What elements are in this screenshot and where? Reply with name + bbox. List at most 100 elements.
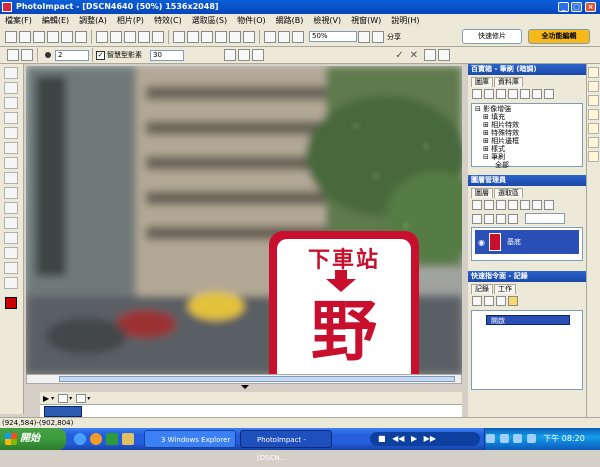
tray-ime-icon[interactable]	[513, 434, 523, 443]
color-swatches[interactable]	[3, 295, 22, 323]
toggle-extra-icon[interactable]	[588, 151, 599, 162]
layer-item[interactable]: ◉ 基底	[475, 230, 579, 254]
menu-photo[interactable]: 相片(P)	[112, 14, 149, 27]
play-icon[interactable]: ▶	[43, 394, 49, 403]
menu-window[interactable]: 視窗(W)	[346, 14, 386, 27]
tray-security-icon[interactable]	[526, 434, 536, 443]
layer-tool-4-icon[interactable]	[508, 200, 518, 210]
options-icon[interactable]	[424, 49, 436, 61]
tab-gallery[interactable]: 圖庫	[471, 77, 493, 87]
menu-view[interactable]: 檢視(V)	[308, 14, 346, 27]
undo-icon[interactable]	[138, 30, 150, 43]
layer-tool-7-icon[interactable]	[544, 200, 554, 210]
toggle-web-icon[interactable]	[588, 137, 599, 148]
quicklaunch-firefox-icon[interactable]	[90, 433, 102, 445]
image-canvas[interactable]: 下車站 野	[26, 66, 462, 374]
minimize-button[interactable]: _	[558, 2, 569, 12]
print-icon[interactable]	[61, 30, 73, 43]
record-brush-icon[interactable]	[508, 296, 518, 306]
toggle-command-icon[interactable]	[588, 95, 599, 106]
text-tool-icon[interactable]	[4, 127, 18, 139]
menu-object[interactable]: 物件(O)	[232, 14, 271, 27]
canvas-scrollbar[interactable]	[26, 374, 462, 384]
zoom-out-icon[interactable]	[278, 30, 290, 43]
tab-selection[interactable]: 選取區	[494, 188, 523, 198]
filmstrip-thumbnail[interactable]	[44, 406, 82, 417]
record-undo-icon[interactable]	[484, 296, 494, 306]
maximize-button[interactable]: □	[571, 2, 582, 12]
palette-tool-3-icon[interactable]	[496, 89, 506, 99]
selection-tool-icon[interactable]	[4, 82, 18, 94]
taskbar-item-photoimpact[interactable]: PhotoImpact - [DSCN...	[240, 430, 332, 462]
tray-volume-icon[interactable]	[499, 434, 509, 443]
palette-tool-2-icon[interactable]	[484, 89, 494, 99]
layer-link-icon[interactable]	[484, 213, 494, 224]
toggle-palette-icon[interactable]	[588, 67, 599, 78]
menu-selection[interactable]: 選取區(S)	[187, 14, 232, 27]
smart-checkbox[interactable]: ✓	[96, 50, 105, 60]
zoom-tool-icon[interactable]	[4, 247, 18, 259]
start-button[interactable]: 開始	[0, 428, 66, 450]
layer-merge-icon[interactable]	[496, 213, 506, 224]
eye-tool-icon[interactable]	[4, 172, 18, 184]
tray-network-icon[interactable]	[486, 434, 495, 443]
visibility-eye-icon[interactable]: ◉	[478, 238, 485, 247]
copy-icon[interactable]	[110, 30, 122, 43]
quicklaunch-folder-icon[interactable]	[122, 433, 134, 445]
layer-tool-2-icon[interactable]	[484, 200, 494, 210]
menu-web[interactable]: 網路(B)	[271, 14, 309, 27]
paste-icon[interactable]	[124, 30, 136, 43]
crop-icon[interactable]	[173, 30, 185, 43]
tree-item[interactable]: ⊞ 相片邊框	[475, 137, 579, 145]
layer-delete-icon[interactable]	[508, 213, 518, 224]
lasso-tool-icon[interactable]	[4, 97, 18, 109]
toggle-layers-icon[interactable]	[588, 81, 599, 92]
tab-layers[interactable]: 圖層	[471, 188, 493, 198]
tree-item[interactable]: ⊞ 特殊特效	[475, 129, 579, 137]
tab-record[interactable]: 記錄	[471, 284, 493, 294]
tree-item[interactable]: ⊞ 樣式	[475, 145, 579, 153]
color-icon[interactable]	[243, 30, 255, 43]
layer-tool-5-icon[interactable]	[520, 200, 530, 210]
menu-effect[interactable]: 特效(C)	[149, 14, 187, 27]
browse-dropdown-icon[interactable]: ▾	[69, 395, 72, 402]
browse-icon[interactable]	[58, 393, 69, 403]
zoom-in-icon[interactable]	[264, 30, 276, 43]
quicklaunch-app-icon[interactable]	[106, 433, 118, 445]
layer-tool-6-icon[interactable]	[532, 200, 542, 210]
value-input[interactable]: 30	[150, 49, 184, 61]
tree-item[interactable]: ⊞ 相片特效	[475, 121, 579, 129]
organize-icon[interactable]	[76, 393, 87, 403]
zoom-select[interactable]: 50%	[309, 31, 357, 42]
apply-check-icon[interactable]: ✓	[395, 50, 403, 61]
close-button[interactable]: ×	[585, 2, 596, 12]
path-tool-icon[interactable]	[4, 157, 18, 169]
palette-tool-4-icon[interactable]	[508, 89, 518, 99]
fit-icon[interactable]	[292, 30, 304, 43]
scan-icon[interactable]	[47, 30, 59, 43]
resize-icon[interactable]	[187, 30, 199, 43]
menu-edit[interactable]: 編輯(E)	[37, 14, 74, 27]
full-edit-mode-button[interactable]: 全功能編輯	[528, 29, 590, 44]
tree-item[interactable]: ⊟ 影像增強	[475, 105, 579, 113]
eyedropper-tool-icon[interactable]	[4, 277, 18, 289]
clone-tool-icon[interactable]	[4, 202, 18, 214]
collapse-arrow-icon[interactable]	[241, 385, 249, 389]
layer-lock-icon[interactable]	[472, 213, 482, 224]
organize-dropdown-icon[interactable]: ▾	[87, 395, 90, 402]
taskbar-item-explorer[interactable]: 3 Windows Explorer	[144, 430, 236, 448]
quick-fix-mode-button[interactable]: 快速修片	[462, 29, 522, 44]
brush-size-input[interactable]: 2	[55, 49, 89, 61]
tree-item[interactable]: 全部	[475, 161, 579, 169]
web-icon[interactable]	[358, 30, 370, 43]
share-label[interactable]: 分享	[387, 32, 401, 42]
canvas-divider[interactable]	[26, 384, 462, 391]
palette-tool-5-icon[interactable]	[520, 89, 530, 99]
tab-library[interactable]: 資料庫	[494, 77, 523, 87]
record-edit-icon[interactable]	[496, 296, 506, 306]
hand-tool-icon[interactable]	[4, 262, 18, 274]
crop-tool-icon[interactable]	[4, 112, 18, 124]
mode-c-icon[interactable]	[252, 49, 264, 61]
brush-preset-icon[interactable]	[7, 49, 19, 61]
rotate-icon[interactable]	[201, 30, 213, 43]
